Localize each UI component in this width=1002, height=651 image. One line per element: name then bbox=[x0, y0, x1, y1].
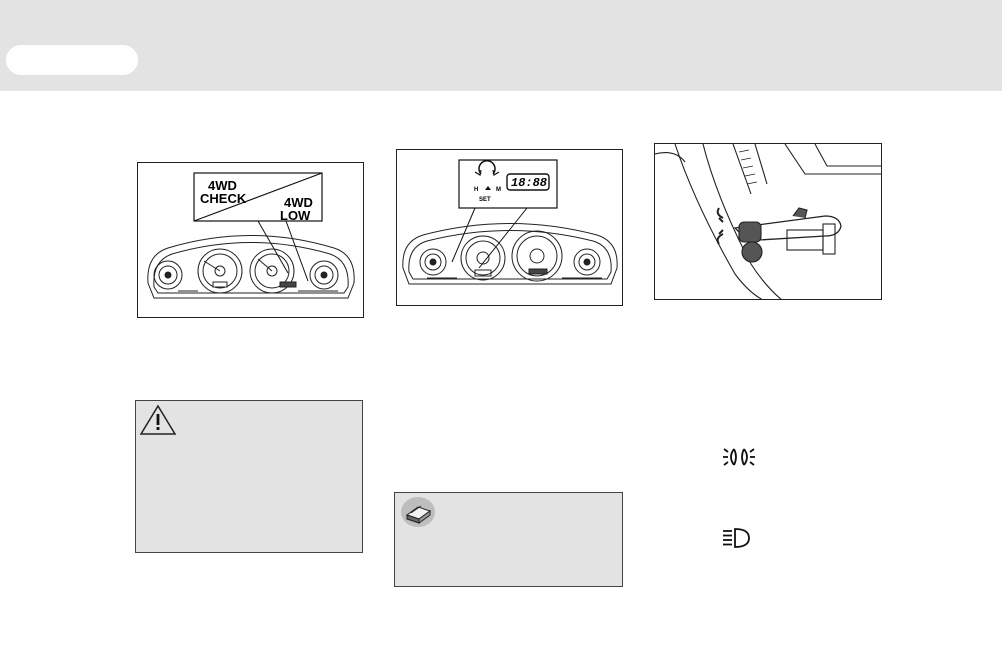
clock-display: 18:88 bbox=[511, 176, 547, 190]
knob-h-label: H bbox=[474, 187, 478, 193]
note-book-icon bbox=[401, 497, 435, 527]
knob-m-label: M bbox=[496, 187, 501, 193]
figure-4wd-cluster: 4WD CHECK 4WD LOW bbox=[137, 162, 364, 318]
parking-light-icon bbox=[723, 448, 755, 466]
label-4wd-check: 4WD CHECK bbox=[200, 178, 247, 206]
headlight-icon bbox=[723, 528, 750, 548]
note-box bbox=[394, 492, 623, 587]
section-tab[interactable] bbox=[6, 45, 138, 75]
instrument-cluster-drawing bbox=[147, 235, 355, 299]
warning-box bbox=[135, 400, 363, 553]
clock-callout-box: H M SET 18:88 bbox=[458, 159, 558, 209]
steering-column-drawing bbox=[655, 144, 881, 299]
knob-set-label: SET bbox=[479, 197, 491, 203]
instrument-cluster-drawing bbox=[402, 223, 618, 285]
figure-light-stalk bbox=[654, 143, 882, 300]
figure-clock-cluster: H M SET 18:88 bbox=[396, 149, 623, 306]
callout-label-box: 4WD CHECK 4WD LOW bbox=[193, 172, 323, 223]
page-header-band bbox=[0, 0, 1002, 91]
warning-triangle-icon bbox=[139, 404, 177, 435]
